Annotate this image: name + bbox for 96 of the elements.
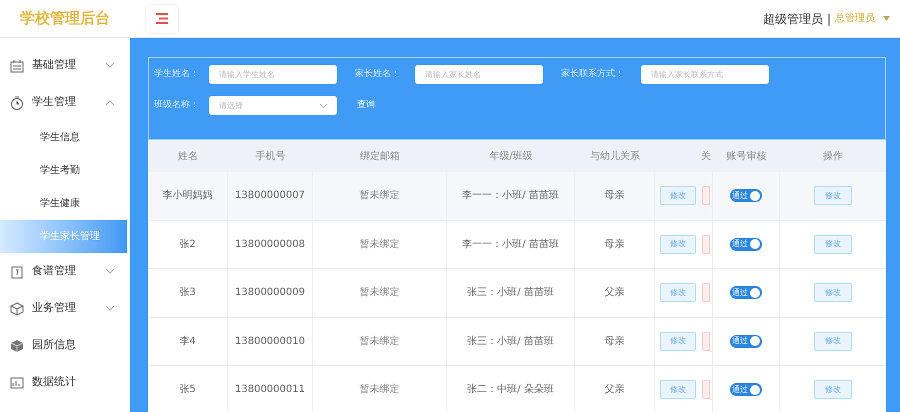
user-name[interactable]: 总管理员 bbox=[835, 11, 875, 26]
sidebar-item[interactable]: 园所信息 bbox=[0, 327, 130, 364]
column-header: 手机号 bbox=[254, 150, 286, 164]
sidebar-item[interactable]: 基础管理 bbox=[0, 47, 130, 84]
table-cell: 13800000010 bbox=[228, 318, 313, 365]
sidebar-item-label: 基础管理 bbox=[32, 57, 76, 74]
chart-icon bbox=[10, 376, 24, 390]
approval-toggle[interactable]: 通过 bbox=[730, 238, 762, 251]
table-cell: 张5 bbox=[148, 366, 228, 412]
table-cell: 暂未绑定 bbox=[313, 269, 447, 316]
sidebar-item-label: 学生管理 bbox=[32, 94, 76, 110]
field-label: 家长联系方式： bbox=[561, 68, 625, 81]
edit-button[interactable]: 修改 bbox=[660, 234, 696, 254]
app-logo: 学校管理后台 bbox=[19, 8, 111, 30]
delete-button-edge[interactable] bbox=[702, 380, 710, 400]
table-cell: 李一一：小班/ 苗苗班 bbox=[447, 172, 575, 220]
submenu-item[interactable]: 学生家长管理 bbox=[0, 220, 127, 253]
table-cell: 张二：中班/ 朵朵班 bbox=[447, 366, 575, 412]
sidebar-item-label: 业务管理 bbox=[32, 300, 76, 316]
separator: | bbox=[826, 10, 831, 28]
table-cell: 母亲 bbox=[575, 172, 655, 220]
edit-button[interactable]: 修改 bbox=[814, 186, 852, 206]
input-field[interactable]: 请输入学生姓名 bbox=[209, 65, 337, 84]
field-label: 家长姓名： bbox=[355, 68, 401, 81]
table-cell: 父亲 bbox=[575, 269, 655, 316]
submenu-item[interactable]: 学生信息 bbox=[0, 121, 130, 154]
sidebar-item[interactable]: 业务管理 bbox=[0, 290, 130, 327]
collapse-chevron-icon[interactable] bbox=[106, 100, 114, 105]
edit-button[interactable]: 修改 bbox=[660, 380, 696, 400]
menu-toggle-button[interactable] bbox=[145, 4, 179, 34]
search-button[interactable]: 查询 bbox=[357, 98, 375, 112]
approval-toggle[interactable]: 通过 bbox=[730, 334, 762, 348]
delete-button-edge[interactable] bbox=[702, 186, 710, 206]
edit-button[interactable]: 修改 bbox=[660, 283, 696, 302]
edit-button[interactable]: 修改 bbox=[660, 186, 696, 206]
chevron-down-icon bbox=[320, 104, 327, 108]
edit-button[interactable]: 修改 bbox=[814, 332, 852, 351]
table-cell: 李4 bbox=[148, 318, 228, 365]
table-cell: 13800000009 bbox=[228, 269, 313, 316]
column-header: 年级/班级 bbox=[488, 150, 534, 164]
table-cell: 暂未绑定 bbox=[313, 220, 447, 268]
edit-button[interactable]: 修改 bbox=[814, 380, 852, 400]
table-cell: 母亲 bbox=[575, 318, 655, 365]
menu-icon bbox=[155, 13, 169, 24]
sidebar-item-label: 食谱管理 bbox=[32, 263, 76, 280]
expand-chevron-icon[interactable] bbox=[106, 269, 114, 274]
submenu-item[interactable]: 学生考勤 bbox=[0, 154, 130, 187]
select-field[interactable]: 请选择 bbox=[209, 96, 337, 115]
table-cell: 13800000007 bbox=[228, 172, 313, 220]
table-cell: 父亲 bbox=[575, 366, 655, 412]
user-role: 超级管理员 bbox=[762, 10, 823, 28]
delete-button-edge[interactable] bbox=[702, 234, 710, 254]
sidebar-item[interactable]: 数据统计 bbox=[0, 364, 130, 401]
input-field[interactable]: 请输入家长联系方式 bbox=[641, 65, 769, 84]
delete-button-edge[interactable] bbox=[702, 283, 710, 302]
note-icon bbox=[10, 264, 24, 278]
table-cell: 暂未绑定 bbox=[313, 366, 447, 412]
sidebar-item[interactable]: 食谱管理 bbox=[0, 253, 130, 290]
column-header: 操作 bbox=[822, 150, 844, 164]
submenu-item[interactable]: 学生健康 bbox=[0, 187, 130, 220]
input-field[interactable]: 请输入家长姓名 bbox=[415, 65, 543, 84]
table-cell: 13800000011 bbox=[228, 366, 313, 412]
delete-button-edge[interactable] bbox=[702, 332, 710, 351]
approval-toggle[interactable]: 通过 bbox=[730, 189, 762, 202]
column-header: 与幼儿关系 bbox=[589, 150, 641, 164]
approval-toggle[interactable]: 通过 bbox=[730, 286, 762, 300]
expand-chevron-icon[interactable] bbox=[106, 63, 114, 68]
table-cell: 李小明妈妈 bbox=[148, 172, 228, 220]
expand-chevron-icon[interactable] bbox=[106, 306, 114, 311]
column-header: 绑定邮箱 bbox=[359, 150, 401, 164]
table-cell: 暂未绑定 bbox=[313, 172, 447, 220]
field-label: 班级名称： bbox=[154, 98, 200, 112]
approval-toggle[interactable]: 通过 bbox=[730, 383, 762, 396]
table-cell: 张3 bbox=[148, 269, 228, 316]
field-label: 学生姓名： bbox=[154, 68, 200, 81]
edit-button[interactable]: 修改 bbox=[814, 234, 852, 254]
table-cell: 13800000008 bbox=[228, 220, 313, 268]
clock-icon bbox=[10, 96, 24, 110]
sidebar-item-label: 园所信息 bbox=[32, 337, 76, 354]
table-cell: 暂未绑定 bbox=[313, 318, 447, 365]
cube-icon bbox=[10, 302, 24, 316]
table-cell: 张三：小班/ 苗苗班 bbox=[447, 269, 575, 316]
sidebar-item[interactable]: 学生管理 bbox=[0, 84, 130, 121]
edit-button[interactable]: 修改 bbox=[814, 283, 852, 302]
dropdown-caret-icon[interactable] bbox=[883, 16, 890, 21]
column-header: 账号审核 bbox=[726, 150, 768, 164]
sidebar-item-label: 数据统计 bbox=[32, 374, 76, 390]
package-icon bbox=[10, 338, 24, 352]
column-header: 关 bbox=[700, 150, 712, 164]
calendar-icon bbox=[10, 58, 24, 72]
table-cell: 母亲 bbox=[575, 220, 655, 268]
edit-button[interactable]: 修改 bbox=[660, 332, 696, 351]
column-header: 姓名 bbox=[177, 150, 199, 164]
table-cell: 张2 bbox=[148, 220, 228, 268]
table-cell: 张三：小班/ 苗苗班 bbox=[447, 318, 575, 365]
table-cell: 李一一：小班/ 苗苗班 bbox=[447, 220, 575, 268]
